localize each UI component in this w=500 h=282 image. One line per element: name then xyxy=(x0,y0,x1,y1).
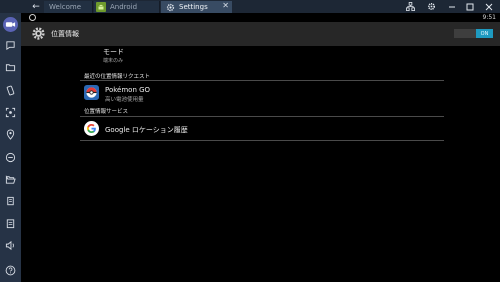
maximize-icon[interactable] xyxy=(463,0,477,13)
location-services-header: 位置情報サービス xyxy=(84,109,129,115)
status-circle-icon xyxy=(29,14,36,21)
camera-icon[interactable] xyxy=(3,17,18,32)
folder-icon[interactable] xyxy=(3,60,18,75)
rotate-icon[interactable] xyxy=(3,83,18,98)
tab-label: Android xyxy=(110,3,138,11)
copy-icon[interactable] xyxy=(3,194,18,209)
divider xyxy=(80,140,444,141)
mode-subtitle: 端末のみ xyxy=(103,58,124,64)
location-toggle[interactable]: ON xyxy=(454,29,493,38)
divider xyxy=(80,116,444,117)
tab-label: Welcome xyxy=(49,3,82,11)
page-title: 位置情報 xyxy=(51,30,79,38)
network-icon[interactable] xyxy=(403,0,417,13)
paste-icon[interactable] xyxy=(3,216,18,231)
app-title: Google ロケーション履歴 xyxy=(105,126,188,134)
android-icon xyxy=(96,2,106,12)
action-bar: 位置情報 ON xyxy=(21,22,500,46)
screenshot-icon[interactable] xyxy=(3,105,18,120)
minimize-icon[interactable] xyxy=(445,0,459,13)
close-window-icon[interactable] xyxy=(482,0,496,13)
settings-gear-icon[interactable] xyxy=(31,26,46,41)
shake-icon[interactable] xyxy=(3,150,18,165)
help-icon[interactable] xyxy=(3,263,18,278)
close-tab-icon[interactable]: ✕ xyxy=(222,1,229,10)
sidebar xyxy=(0,13,21,282)
window-tab-bar: ← Welcome Android Settings ✕ xyxy=(0,0,500,13)
tab-label: Settings xyxy=(179,3,208,11)
app-title: Pokémon GO xyxy=(105,86,151,94)
tab-settings[interactable]: Settings ✕ xyxy=(161,1,232,13)
android-status-bar: 9:51 xyxy=(21,13,500,22)
settings-gear-icon[interactable] xyxy=(424,0,438,13)
tab-android[interactable]: Android xyxy=(94,1,160,13)
pokeball-icon xyxy=(84,85,99,100)
google-icon xyxy=(84,121,99,136)
open-folder-icon[interactable] xyxy=(3,172,18,187)
settings-content: モード 端末のみ 最近の位置情報リクエスト Pokémon GO 高い電池使用量… xyxy=(21,46,500,282)
divider xyxy=(80,80,444,81)
volume-icon[interactable] xyxy=(3,238,18,253)
back-arrow-icon[interactable]: ← xyxy=(30,0,42,13)
status-time: 9:51 xyxy=(482,14,496,21)
location-icon[interactable] xyxy=(3,127,18,142)
mode-title: モード xyxy=(103,48,124,56)
toggle-on-label: ON xyxy=(476,29,493,38)
recent-requests-header: 最近の位置情報リクエスト xyxy=(84,74,151,80)
gear-icon xyxy=(165,2,175,12)
app-subtitle: 高い電池使用量 xyxy=(105,97,144,103)
chat-icon[interactable] xyxy=(3,38,18,53)
tab-welcome[interactable]: Welcome xyxy=(44,1,93,13)
